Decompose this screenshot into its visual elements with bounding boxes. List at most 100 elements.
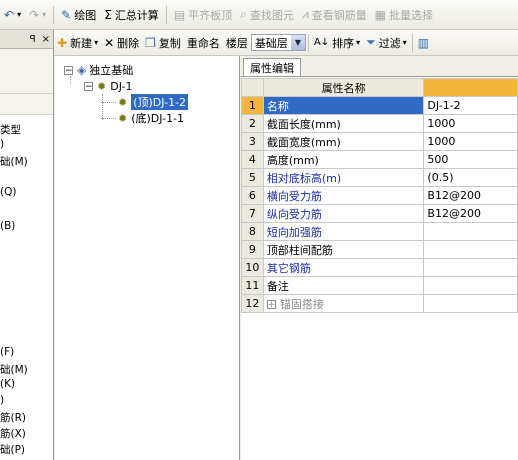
collapse-icon[interactable]: − [64, 65, 73, 75]
batch-select-button[interactable]: ▦ 批量选择 [371, 4, 437, 26]
property-value[interactable]: DJ-1-2 [423, 96, 518, 115]
property-value[interactable]: 1000 [423, 114, 518, 133]
row-number: 5 [241, 168, 264, 187]
sort-label: 排序 [332, 36, 355, 50]
property-name[interactable]: 横向受力筋 [262, 186, 425, 205]
close-icon[interactable]: × [42, 34, 50, 45]
nav-item[interactable]: 筋(R) [0, 410, 26, 425]
property-value[interactable] [423, 294, 518, 313]
redo-button[interactable]: ↷ ▾ [25, 4, 50, 26]
property-value[interactable] [423, 240, 518, 259]
property-value[interactable]: B12@200 [423, 204, 518, 223]
table-row[interactable]: 11 备注 [241, 276, 518, 295]
nav-item[interactable]: (Q) [0, 186, 16, 198]
flat-slab-icon: ▤ [173, 7, 186, 22]
sum-calc-label: 汇总计算 [114, 8, 159, 22]
property-value[interactable]: 500 [423, 150, 518, 169]
collapse-icon[interactable]: − [84, 81, 93, 91]
pin-icon[interactable]: ꟼ [30, 34, 36, 45]
flat-top-button[interactable]: ▤ 平齐板顶 [170, 4, 236, 26]
new-icon: ✚ [57, 35, 68, 50]
foundation-folder-icon: ◈ [77, 63, 87, 77]
property-name[interactable]: 高度(mm) [262, 150, 425, 169]
nav-item[interactable]: 类型 [0, 122, 21, 137]
draw-button[interactable]: ✎ 绘图 [57, 4, 100, 26]
component-tree: − ◈ 独立基础 − ✹ DJ-1 ✹ (顶)DJ-1-2 ✹ (底)DJ-1-… [55, 56, 240, 460]
tree-node-leaf[interactable]: ✹ (顶)DJ-1-2 [118, 93, 190, 111]
property-name[interactable]: 顶部柱间配筋 [262, 240, 425, 259]
property-value[interactable] [423, 258, 518, 277]
row-number: 2 [241, 114, 264, 133]
filter-button[interactable]: ⏷ 过滤 ▾ [363, 32, 410, 54]
row-number: 10 [241, 258, 264, 277]
table-row[interactable]: 5 相对底标高(m) (0.5) [241, 168, 518, 187]
extra-button[interactable]: ▥ [415, 32, 435, 54]
delete-label: 删除 [117, 36, 140, 50]
nav-item[interactable]: 础(M) [0, 154, 28, 169]
panel-section [0, 49, 53, 94]
property-value[interactable]: B12@200 [423, 186, 518, 205]
table-row[interactable]: 4 高度(mm) 500 [241, 150, 518, 169]
table-row[interactable]: 6 横向受力筋 B12@200 [241, 186, 518, 205]
copy-icon: ❐ [145, 35, 156, 50]
chevron-down-icon[interactable]: ▼ [290, 35, 305, 50]
property-value[interactable] [423, 222, 518, 241]
tree-node-root[interactable]: − ◈ 独立基础 [64, 62, 133, 78]
nav-item[interactable]: 础(M) [0, 362, 28, 377]
rename-button[interactable]: 重命名 [184, 32, 223, 54]
property-name[interactable]: 备注 [262, 276, 425, 295]
copy-button[interactable]: ❐ 复制 [142, 32, 184, 54]
gear-icon: ✹ [118, 95, 128, 109]
new-label: 新建 [70, 36, 93, 50]
redo-icon: ↷ [29, 7, 40, 22]
table-row[interactable]: 8 短向加强筋 [241, 222, 518, 241]
nav-item[interactable]: 础(P) [0, 442, 25, 457]
property-name[interactable]: 截面长度(mm) [262, 114, 425, 133]
sum-calc-button[interactable]: Σ 汇总计算 [100, 4, 163, 26]
tree-node-dj1[interactable]: − ✹ DJ-1 [84, 78, 133, 94]
property-value[interactable]: (0.5) [423, 168, 518, 187]
separator [53, 5, 55, 24]
table-row[interactable]: 7 纵向受力筋 B12@200 [241, 204, 518, 223]
table-row[interactable]: 1 名称 DJ-1-2 [241, 96, 518, 115]
table-row[interactable]: 12 + 锚固搭接 [241, 294, 518, 313]
nav-item[interactable]: (K) [0, 378, 15, 390]
tree-node-label: (顶)DJ-1-2 [130, 93, 190, 111]
new-button[interactable]: ✚ 新建 ▾ [54, 32, 101, 54]
nav-item[interactable]: (F) [0, 346, 14, 358]
property-name[interactable]: 纵向受力筋 [262, 204, 425, 223]
table-row[interactable]: 3 截面宽度(mm) 1000 [241, 132, 518, 151]
property-name[interactable]: 截面宽度(mm) [262, 132, 425, 151]
floor-select[interactable]: 基础层 ▼ [250, 34, 306, 51]
table-row[interactable]: 2 截面长度(mm) 1000 [241, 114, 518, 133]
find-element-button[interactable]: ⌕ 查找图元 [236, 4, 298, 26]
tree-node-leaf[interactable]: ✹ (底)DJ-1-1 [118, 110, 184, 126]
property-name[interactable]: 短向加强筋 [262, 222, 425, 241]
view-rebar-button[interactable]: ⩘ 查看钢筋量 [298, 4, 371, 26]
expand-icon[interactable]: + [266, 300, 276, 310]
draw-icon: ✎ [61, 7, 72, 22]
table-row[interactable]: 10 其它钢筋 [241, 258, 518, 277]
property-name[interactable]: 其它钢筋 [262, 258, 425, 277]
flat-top-label: 平齐板顶 [188, 8, 233, 22]
nav-item[interactable]: ) [0, 138, 4, 150]
tab-property-edit[interactable]: 属性编辑 [243, 58, 301, 76]
undo-button[interactable]: ↶ ▾ [0, 4, 25, 26]
draw-label: 绘图 [74, 8, 97, 22]
sort-icon: A↓ [313, 37, 330, 48]
row-number: 12 [241, 294, 264, 313]
separator [165, 5, 167, 24]
property-value[interactable]: 1000 [423, 132, 518, 151]
table-row[interactable]: 9 顶部柱间配筋 [241, 240, 518, 259]
nav-item[interactable]: 筋(X) [0, 426, 26, 441]
sort-button[interactable]: A↓ 排序 ▾ [311, 32, 363, 54]
property-name[interactable]: 相对底标高(m) [262, 168, 425, 187]
find-icon: ⌕ [240, 7, 247, 21]
property-value[interactable] [423, 276, 518, 295]
nav-item[interactable]: ) [0, 394, 4, 406]
nav-item[interactable]: (B) [0, 220, 15, 232]
corner-cell [241, 78, 264, 97]
property-name[interactable]: 名称 [262, 96, 425, 115]
property-name-group[interactable]: + 锚固搭接 [262, 294, 425, 313]
delete-button[interactable]: ✕ 删除 [101, 32, 142, 54]
